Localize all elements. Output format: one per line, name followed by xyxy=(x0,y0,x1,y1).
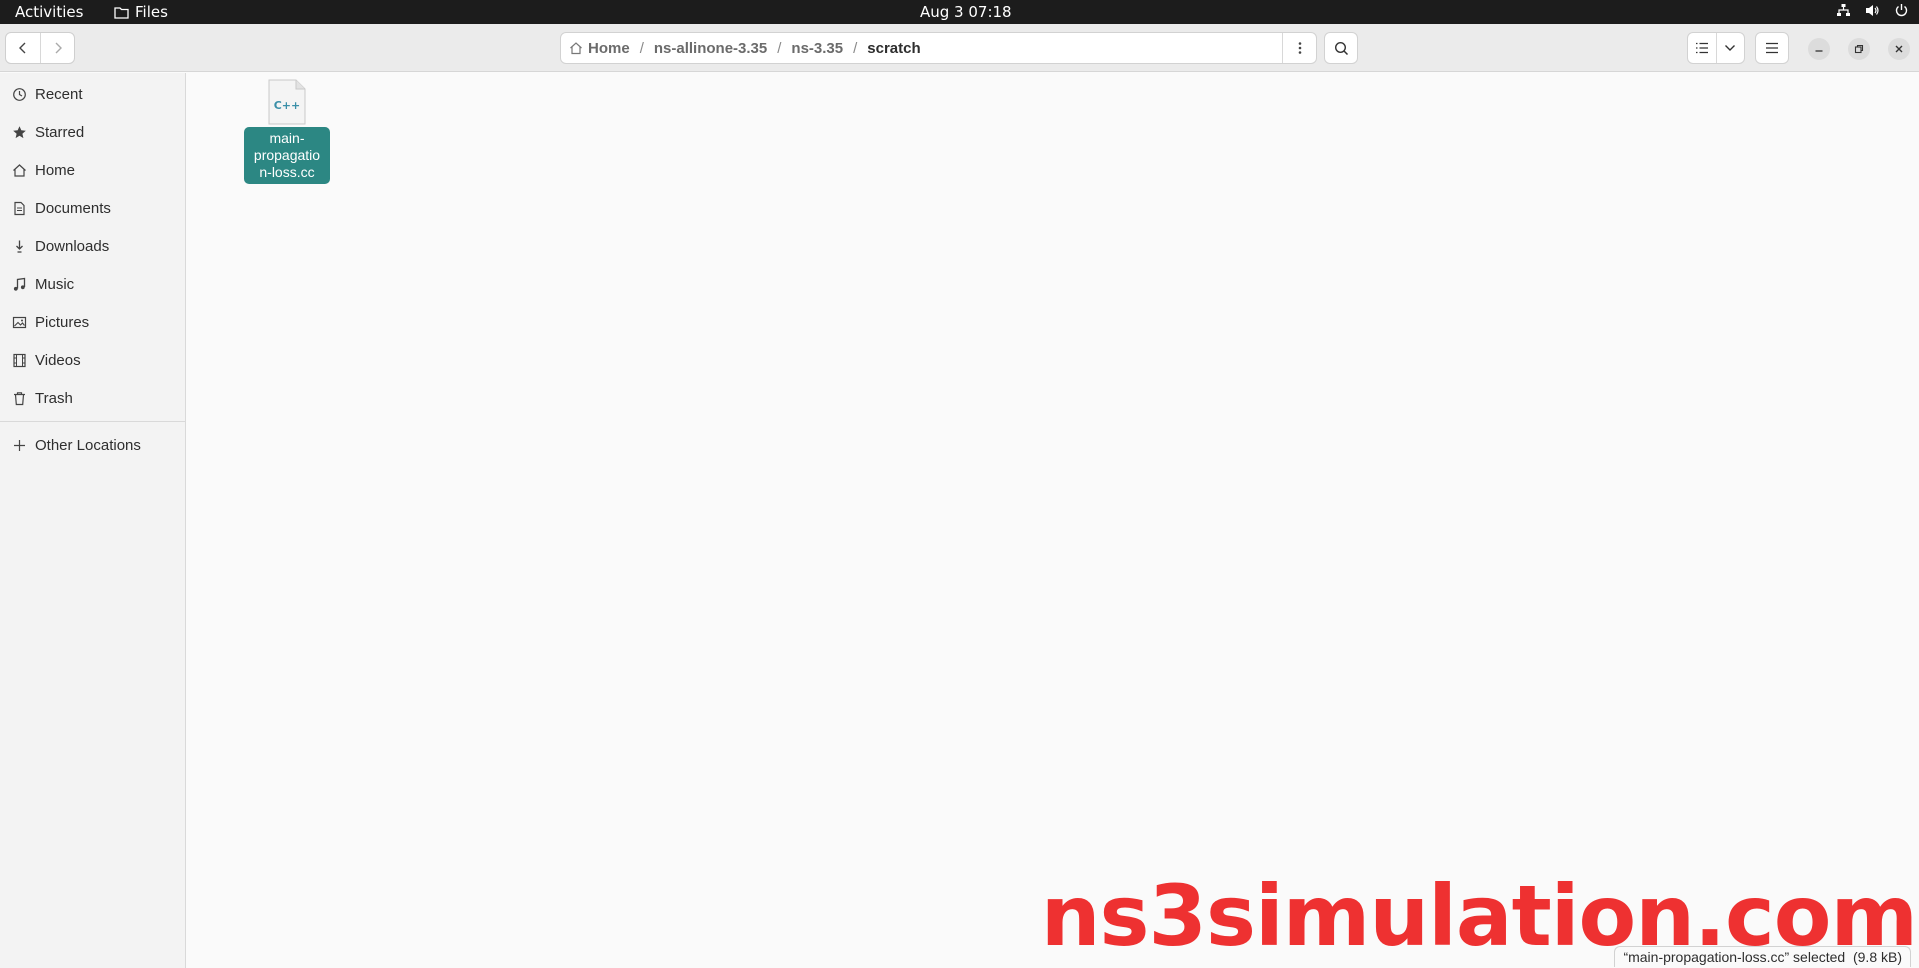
file-name-line: propagatio xyxy=(253,147,321,163)
activities-button[interactable]: Activities xyxy=(15,3,83,21)
breadcrumb-scratch[interactable]: scratch xyxy=(859,40,928,57)
file-type-label: C++ xyxy=(273,99,301,112)
path-menu-button[interactable] xyxy=(1282,33,1316,63)
sidebar-item-label: Home xyxy=(35,161,76,179)
chevron-down-icon xyxy=(1725,45,1736,51)
star-icon xyxy=(13,125,26,138)
breadcrumb-label: Home xyxy=(588,39,630,57)
search-button[interactable] xyxy=(1324,32,1358,64)
minimize-icon xyxy=(1815,50,1823,52)
restore-icon xyxy=(1854,44,1864,54)
file-view[interactable]: C++ main- propagatio n-loss.cc ns3simula… xyxy=(187,73,1919,968)
close-icon xyxy=(1895,45,1903,53)
sidebar-item-documents[interactable]: Documents xyxy=(0,189,185,227)
top-bar: Activities Files Aug 3 07:18 xyxy=(0,0,1919,24)
navigation-buttons xyxy=(5,32,75,64)
document-icon xyxy=(14,201,25,215)
minimize-button[interactable] xyxy=(1808,38,1830,60)
clock-icon xyxy=(13,87,26,101)
sidebar-item-label: Recent xyxy=(35,85,83,103)
system-tray[interactable] xyxy=(1836,3,1909,18)
home-icon xyxy=(13,163,26,177)
download-icon xyxy=(16,240,23,253)
home-icon xyxy=(570,42,582,55)
picture-icon xyxy=(12,316,27,328)
sidebar-item-label: Music xyxy=(35,275,75,293)
sidebar-item-home[interactable]: Home xyxy=(0,151,185,189)
sidebar-item-label: Videos xyxy=(35,351,81,369)
close-button[interactable] xyxy=(1888,38,1910,60)
header-bar: Home / ns-allinone-3.35 / ns-3.35 / scra… xyxy=(0,24,1919,72)
video-icon xyxy=(13,353,26,367)
app-menu[interactable]: Files xyxy=(114,3,168,21)
sidebar-item-label: Trash xyxy=(35,389,73,407)
sidebar-item-pictures[interactable]: Pictures xyxy=(0,303,185,341)
network-icon[interactable] xyxy=(1836,3,1851,18)
power-icon[interactable] xyxy=(1894,3,1909,18)
sidebar-item-label: Other Locations xyxy=(35,436,141,454)
sidebar-item-label: Downloads xyxy=(35,237,110,255)
list-view-button[interactable] xyxy=(1688,33,1716,63)
path-bar: Home / ns-allinone-3.35 / ns-3.35 / scra… xyxy=(560,32,1317,64)
sidebar-item-starred[interactable]: Starred xyxy=(0,113,185,151)
chevron-left-icon xyxy=(19,42,26,54)
sidebar-item-music[interactable]: Music xyxy=(0,265,185,303)
forward-button[interactable] xyxy=(40,33,74,63)
sidebar-divider xyxy=(0,421,185,422)
volume-icon[interactable] xyxy=(1865,3,1880,18)
breadcrumb-home[interactable]: Home xyxy=(561,40,638,57)
folder-icon xyxy=(114,6,129,19)
back-button[interactable] xyxy=(6,33,40,63)
view-options xyxy=(1687,32,1745,64)
sidebar-item-recent[interactable]: Recent xyxy=(0,75,185,113)
breadcrumb-separator: / xyxy=(777,39,782,57)
hamburger-menu-icon xyxy=(1766,42,1778,54)
status-bar: “main-propagation-loss.cc” selected (9.8… xyxy=(1614,946,1911,967)
sidebar-item-downloads[interactable]: Downloads xyxy=(0,227,185,265)
sidebar-item-label: Pictures xyxy=(35,313,90,331)
sidebar-item-label: Starred xyxy=(35,123,85,141)
file-item[interactable]: C++ main- propagatio n-loss.cc xyxy=(244,79,330,184)
file-name-line: n-loss.cc xyxy=(259,164,315,180)
main-menu-button[interactable] xyxy=(1755,32,1789,64)
clock[interactable]: Aug 3 07:18 xyxy=(920,3,1012,21)
cpp-file-icon: C++ xyxy=(267,79,307,125)
restore-button[interactable] xyxy=(1848,38,1870,60)
file-name-line: main- xyxy=(269,130,305,146)
sidebar-item-other-locations[interactable]: Other Locations xyxy=(0,426,185,464)
view-dropdown-button[interactable] xyxy=(1715,33,1745,63)
sidebar: Recent Starred Home Documents Downloads … xyxy=(0,73,186,968)
plus-icon xyxy=(14,439,25,451)
list-view-icon xyxy=(1695,42,1708,54)
sidebar-item-videos[interactable]: Videos xyxy=(0,341,185,379)
music-icon xyxy=(13,277,26,291)
chevron-right-icon xyxy=(55,42,62,54)
search-icon xyxy=(1334,41,1348,55)
file-name: main- propagatio n-loss.cc xyxy=(244,127,330,184)
sidebar-item-label: Documents xyxy=(35,199,111,217)
sidebar-item-trash[interactable]: Trash xyxy=(0,379,185,417)
breadcrumb-ns-3[interactable]: ns-3.35 xyxy=(783,40,851,57)
breadcrumb-ns-allinone[interactable]: ns-allinone-3.35 xyxy=(646,40,775,57)
app-name: Files xyxy=(135,3,168,21)
vertical-dots-icon xyxy=(1298,42,1301,54)
trash-icon xyxy=(14,391,25,405)
breadcrumb-separator: / xyxy=(639,39,644,57)
breadcrumb-separator: / xyxy=(853,39,858,57)
